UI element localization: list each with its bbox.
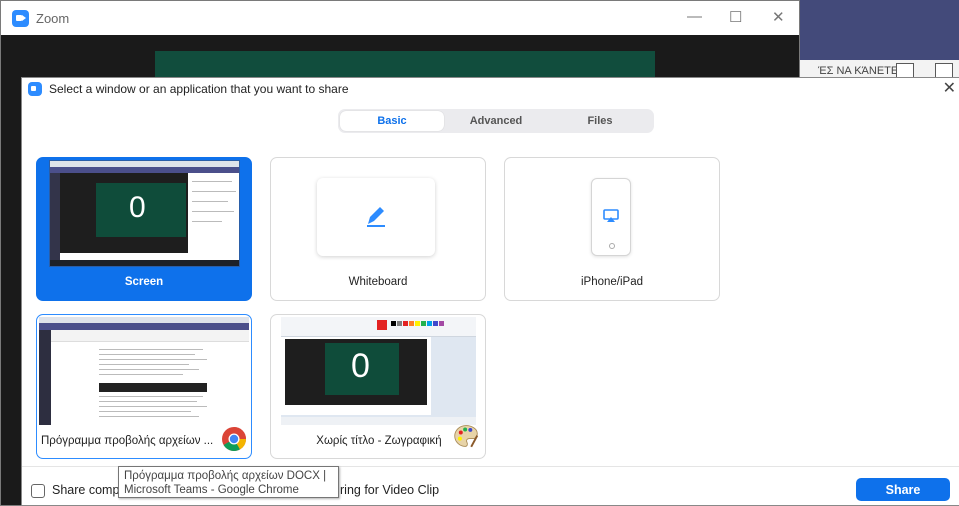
share-option-iphone-ipad[interactable]: iPhone/iPad <box>504 157 720 301</box>
thumb-taskbar <box>50 260 239 266</box>
whiteboard-canvas <box>317 178 435 256</box>
dialog-close-icon[interactable]: ✕ <box>943 78 956 98</box>
thumb-paint-initial: 0 <box>351 347 370 385</box>
share-option-screen[interactable]: 0 Screen <box>36 157 252 301</box>
share-option-chrome-window[interactable]: Πρόγραμμα προβολής αρχείων ... <box>36 314 252 459</box>
thumb-doc-panel <box>188 173 239 266</box>
thumb-doc-highlight <box>99 383 207 392</box>
share-screen-dialog: Select a window or an application that y… <box>21 77 959 506</box>
chrome-icon <box>222 427 246 452</box>
pen-icon <box>367 207 385 227</box>
thumb-teams-bar <box>39 323 249 330</box>
chrome-window-thumbnail <box>39 317 249 425</box>
close-window-button[interactable]: ✕ <box>772 8 785 26</box>
iphone-label: iPhone/iPad <box>580 276 644 288</box>
phone-illustration <box>591 178 631 256</box>
dialog-header: Select a window or an application that y… <box>22 78 959 100</box>
window-tooltip: Πρόγραμμα προβολής αρχείων DOCX | Micros… <box>118 466 339 498</box>
optimize-video-label: ring for Video Clip <box>340 483 440 497</box>
screen-thumbnail: 0 <box>49 160 240 267</box>
share-tabs: Basic Advanced Files <box>338 109 654 133</box>
phone-home-button <box>609 243 615 249</box>
thumb-sidebar <box>39 330 51 425</box>
tooltip-line-2: Microsoft Teams - Google Chrome <box>124 484 299 496</box>
thumb-paint-ribbon <box>281 317 476 337</box>
paint-window-thumbnail: 0 <box>281 317 476 425</box>
share-sound-label: Share comp <box>52 483 120 497</box>
paint-palette-icon <box>454 425 479 448</box>
minimize-button[interactable]: — <box>687 8 702 25</box>
zoom-window-title: Zoom <box>36 10 70 26</box>
background-app-text: ΈΣ ΝΑ ΚΆΝΕΤΕ: <box>818 65 902 77</box>
share-option-paint-window[interactable]: 0 Χωρίς τίτλο - Ζωγραφική <box>270 314 486 459</box>
maximize-button[interactable]: ☐ <box>729 8 742 26</box>
screen-label: Screen <box>124 276 164 288</box>
tab-basic[interactable]: Basic <box>340 111 444 131</box>
tab-advanced[interactable]: Advanced <box>444 111 548 131</box>
zoom-small-icon <box>28 82 42 96</box>
chrome-window-label: Πρόγραμμα προβολής αρχείων ... <box>41 435 214 447</box>
whiteboard-label: Whiteboard <box>348 276 408 288</box>
tooltip-line-1: Πρόγραμμα προβολής αρχείων DOCX | <box>124 470 327 482</box>
thumb-participant-initial: 0 <box>129 191 146 224</box>
share-sound-checkbox[interactable] <box>31 484 45 498</box>
share-option-whiteboard[interactable]: Whiteboard <box>270 157 486 301</box>
tab-files[interactable]: Files <box>548 111 652 131</box>
dialog-title: Select a window or an application that y… <box>49 82 349 96</box>
share-button[interactable]: Share <box>856 478 950 501</box>
airplay-icon <box>603 209 619 222</box>
thumb-doc-ribbon <box>51 330 249 342</box>
thumb-paint-status-bar <box>281 417 476 425</box>
zoom-titlebar: Zoom — ☐ ✕ <box>1 1 799 35</box>
zoom-logo-icon <box>12 9 29 27</box>
thumb-sidebar <box>50 173 60 266</box>
